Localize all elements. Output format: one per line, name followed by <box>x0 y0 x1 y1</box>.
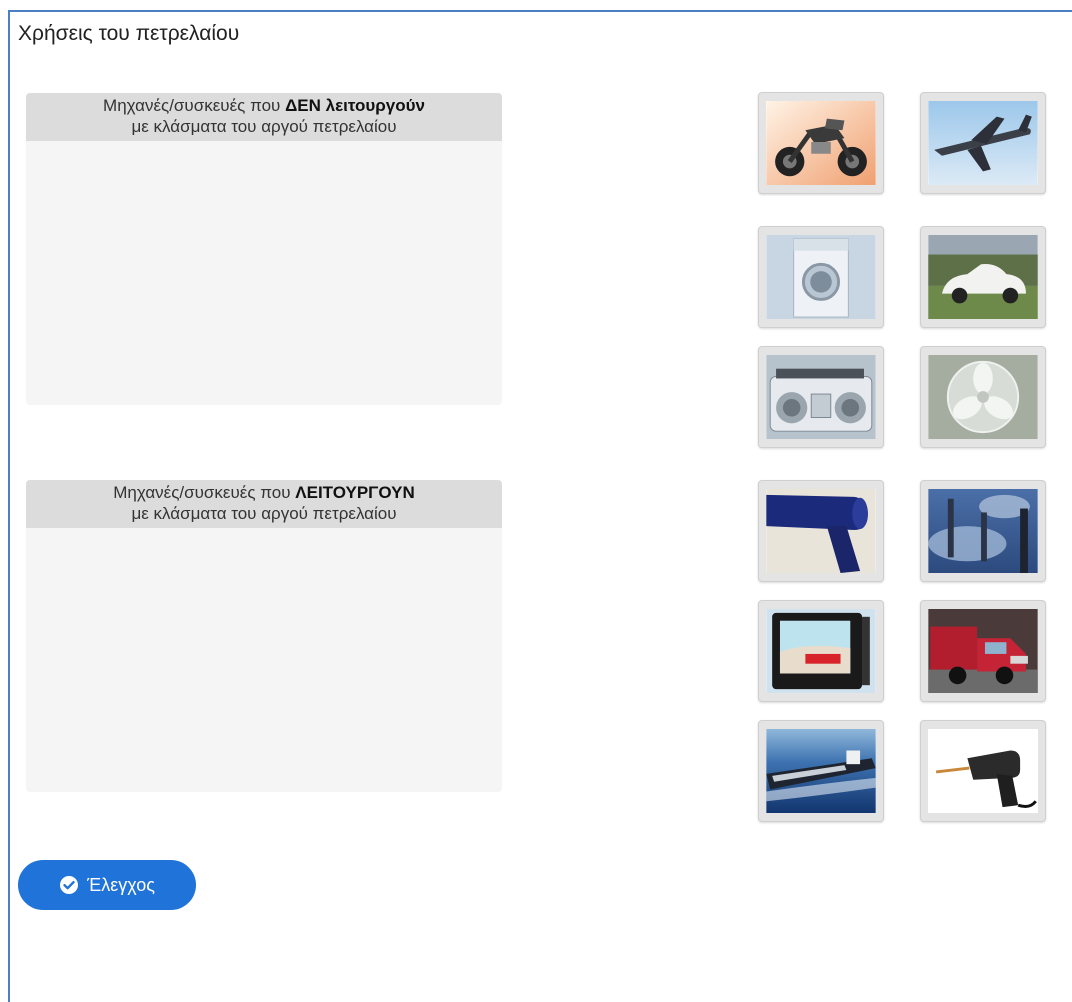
check-button-label: Έλεγχος <box>87 874 155 895</box>
factory-smoke-icon <box>928 489 1038 573</box>
drop-zone-header: Μηχανές/συσκευές που ΔΕΝ λειτουργούν με … <box>26 93 502 141</box>
zone-header-line2: με κλάσματα του αργού πετρελαίου <box>131 504 397 523</box>
draggable-item-radio[interactable] <box>758 346 884 448</box>
drop-zone-not-working[interactable]: Μηχανές/συσκευές που ΔΕΝ λειτουργούν με … <box>26 93 502 405</box>
hair-dryer-icon <box>766 489 876 573</box>
draggable-item-hair-dryer[interactable] <box>758 480 884 582</box>
zone-header-bold: ΔΕΝ λειτουργούν <box>285 96 425 115</box>
drop-zone-header: Μηχανές/συσκευές που ΛΕΙΤΟΥΡΓΟΥΝ με κλάσ… <box>26 480 502 528</box>
drill-icon <box>928 729 1038 813</box>
draggable-item-truck[interactable] <box>920 600 1046 702</box>
truck-icon <box>928 609 1038 693</box>
radio-cassette-icon <box>766 355 876 439</box>
zone-header-prefix: Μηχανές/συσκευές που <box>103 96 286 115</box>
draggable-item-television[interactable] <box>758 600 884 702</box>
check-button[interactable]: Έλεγχος <box>18 860 196 910</box>
zone-header-line2: με κλάσματα του αργού πετρελαίου <box>131 117 397 136</box>
zone-header-bold: ΛΕΙΤΟΥΡΓΟΥΝ <box>295 483 415 502</box>
airplane-icon <box>928 101 1038 185</box>
draggable-item-fan[interactable] <box>920 346 1046 448</box>
motorcycle-icon <box>766 101 876 185</box>
draggable-item-factory[interactable] <box>920 480 1046 582</box>
draggable-item-drill[interactable] <box>920 720 1046 822</box>
washing-machine-icon <box>766 235 876 319</box>
page-title: Χρήσεις του πετρελαίου <box>18 22 240 45</box>
zone-header-prefix: Μηχανές/συσκευές που <box>113 483 296 502</box>
draggable-item-motorcycle[interactable] <box>758 92 884 194</box>
ship-icon <box>766 729 876 813</box>
fan-icon <box>928 355 1038 439</box>
television-icon <box>766 609 876 693</box>
check-circle-icon <box>60 876 79 894</box>
draggable-item-airplane[interactable] <box>920 92 1046 194</box>
draggable-item-washing-machine[interactable] <box>758 226 884 328</box>
car-icon <box>928 235 1038 319</box>
drop-zone-working[interactable]: Μηχανές/συσκευές που ΛΕΙΤΟΥΡΓΟΥΝ με κλάσ… <box>26 480 502 792</box>
draggable-item-ship[interactable] <box>758 720 884 822</box>
draggable-item-car[interactable] <box>920 226 1046 328</box>
